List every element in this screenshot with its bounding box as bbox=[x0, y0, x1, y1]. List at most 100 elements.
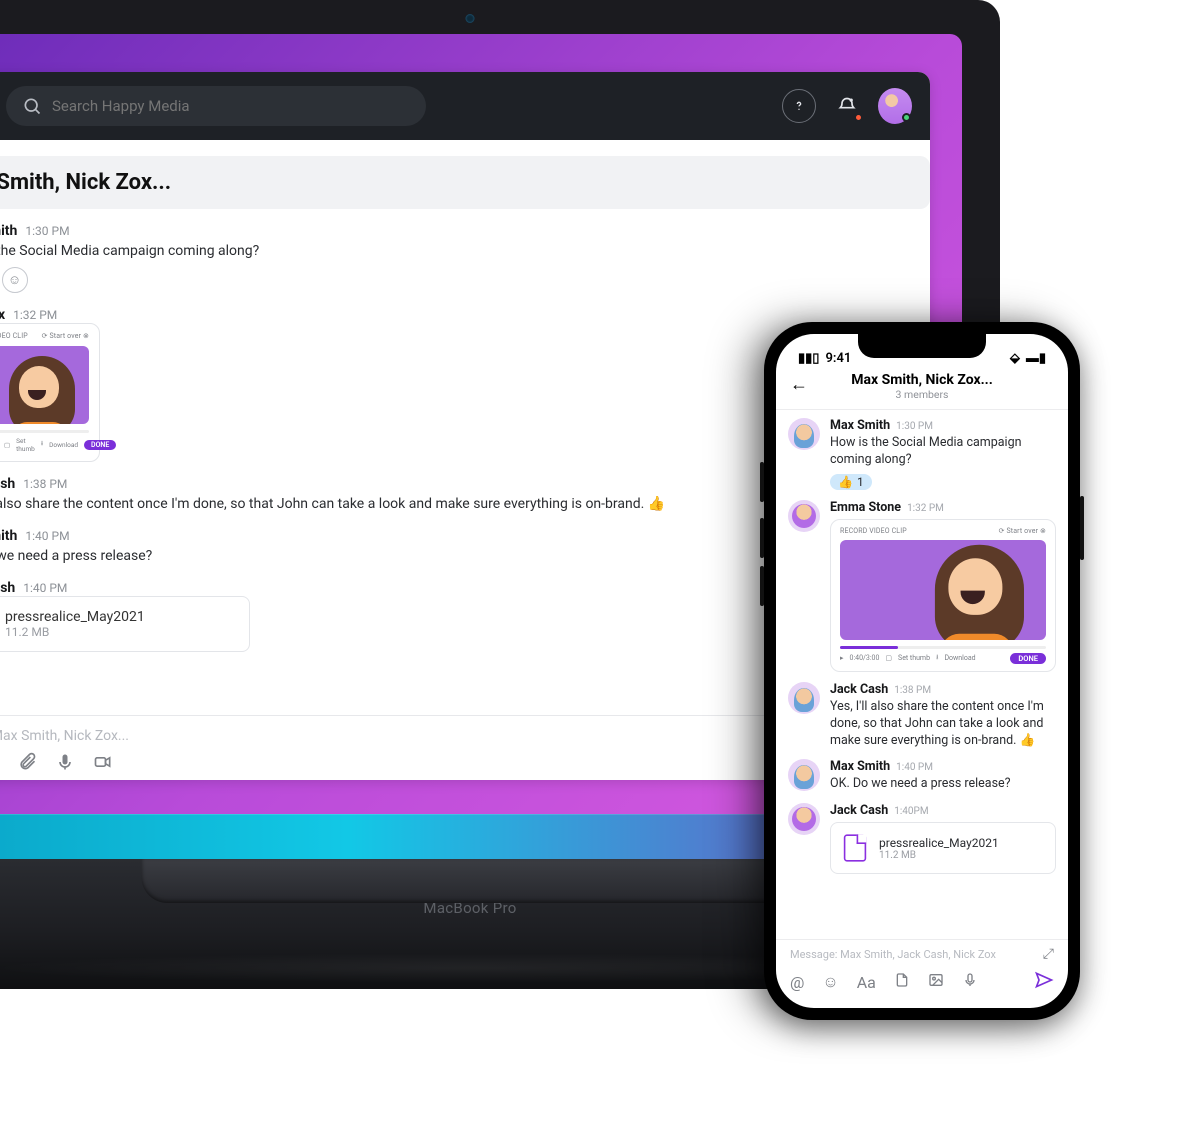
video-title: RECORD VIDEO CLIP bbox=[840, 527, 907, 535]
message-body: How is the Social Media campaign coming … bbox=[830, 435, 1056, 469]
file-icon bbox=[844, 835, 866, 862]
phone-device: ▮▮▯ 9:41 ⬙▬▮ ← Max Smith, Nick Zox... 3 … bbox=[764, 322, 1080, 1020]
video-setthumb[interactable]: Set thumb bbox=[16, 437, 35, 453]
video-title: RECORD VIDEO CLIP bbox=[0, 332, 28, 340]
phone-composer[interactable]: Message: Max Smith, Jack Cash, Nick Zox … bbox=[776, 939, 1068, 1008]
phone-screen: ▮▮▯ 9:41 ⬙▬▮ ← Max Smith, Nick Zox... 3 … bbox=[776, 334, 1068, 1008]
avatar[interactable] bbox=[788, 418, 820, 450]
video-done-button[interactable]: DONE bbox=[84, 440, 116, 450]
avatar[interactable] bbox=[788, 682, 820, 714]
composer-placeholder[interactable]: Message: Max Smith, Jack Cash, Nick Zox bbox=[790, 948, 996, 961]
message: Max Smith 1:30 PM How is the Social Media… bbox=[788, 418, 1056, 490]
video-clip-card[interactable]: RECORD VIDEO CLIP ⟳ Start over ⊗ ▸ 0:40/… bbox=[0, 323, 100, 462]
message: Max Smith 1:40 PM OK. Do we need a press … bbox=[788, 759, 1056, 793]
attachment-icon[interactable] bbox=[17, 752, 37, 776]
reaction-pill[interactable]: 👍 1 bbox=[830, 474, 872, 490]
message-time: 1:40PM bbox=[894, 806, 928, 817]
video-progress[interactable] bbox=[0, 430, 89, 433]
message-time: 1:32 PM bbox=[13, 308, 57, 322]
signal-icon: ▮▮▯ bbox=[798, 351, 819, 366]
video-icon[interactable] bbox=[93, 752, 113, 776]
video-frame[interactable] bbox=[0, 346, 89, 424]
send-icon[interactable] bbox=[1034, 970, 1054, 994]
download-icon[interactable]: ⭳ bbox=[41, 439, 43, 450]
phone-header: ← Max Smith, Nick Zox... 3 members bbox=[776, 368, 1068, 410]
download-icon[interactable]: ⭳ bbox=[936, 653, 938, 664]
phone-chat-body[interactable]: Max Smith 1:30 PM How is the Social Media… bbox=[776, 410, 1068, 939]
wifi-icon: ⬙ bbox=[1010, 351, 1020, 366]
message-author: Max Smith bbox=[830, 759, 890, 774]
expand-icon[interactable]: ⤢ bbox=[1043, 946, 1054, 962]
message: Jack Cash1:38 PM Yes, I'll also share th… bbox=[788, 682, 1056, 750]
message-author: Emma Stone bbox=[830, 500, 901, 515]
emoji-icon[interactable]: ☺ bbox=[822, 972, 838, 992]
file-size: 11.2 MB bbox=[879, 850, 999, 861]
video-done-button[interactable]: DONE bbox=[1010, 653, 1046, 664]
file-size: 11.2 MB bbox=[5, 625, 145, 639]
microphone-icon[interactable] bbox=[55, 752, 75, 776]
back-icon[interactable]: ← bbox=[790, 374, 808, 395]
help-icon[interactable] bbox=[782, 89, 816, 123]
mention-icon[interactable]: @ bbox=[790, 973, 804, 992]
message-body: Yes, I'll also share the content once I'… bbox=[830, 699, 1056, 750]
message-author: Max Smith bbox=[0, 223, 17, 239]
file-attachment[interactable]: pressrealice_May2021 11.2 MB bbox=[830, 822, 1056, 874]
chat-title[interactable]: Max Smith, Nick Zox... bbox=[776, 372, 1068, 388]
profile-avatar[interactable] bbox=[878, 89, 912, 123]
avatar[interactable] bbox=[788, 500, 820, 532]
reaction-count: 1 bbox=[857, 475, 864, 489]
microphone-icon[interactable] bbox=[962, 972, 978, 992]
message-time: 1:40 PM bbox=[896, 762, 933, 773]
video-progress[interactable] bbox=[840, 646, 1046, 649]
file-attachment[interactable]: pressrealice_May2021 11.2 MB bbox=[0, 596, 250, 652]
whats-new-icon[interactable] bbox=[830, 89, 864, 123]
video-startover[interactable]: Start over bbox=[49, 332, 81, 340]
message-body: OK. Do we need a press release? bbox=[830, 776, 1056, 793]
message-time: 1:40 PM bbox=[25, 529, 69, 543]
close-icon[interactable]: ⊗ bbox=[83, 332, 89, 340]
format-icon[interactable]: Aa bbox=[857, 973, 876, 992]
app-topbar bbox=[0, 72, 930, 140]
avatar[interactable] bbox=[788, 759, 820, 791]
video-frame[interactable] bbox=[840, 540, 1046, 640]
thumbnail-icon[interactable]: ▢ bbox=[885, 654, 892, 662]
image-icon[interactable] bbox=[928, 972, 944, 992]
video-setthumb[interactable]: Set thumb bbox=[898, 654, 930, 662]
message-time: 1:30 PM bbox=[896, 421, 933, 432]
message-author: Nick Zox bbox=[0, 307, 5, 323]
channel-header[interactable]: ax Smith, Nick Zox... bbox=[0, 156, 930, 209]
video-download[interactable]: Download bbox=[944, 654, 975, 662]
play-icon[interactable]: ▸ bbox=[840, 654, 844, 662]
message-body: How is the Social Media campaign coming … bbox=[0, 242, 930, 261]
message-author: Jack Cash bbox=[0, 476, 15, 492]
message: Emma Stone 1:32 PM RECORD VIDEO CLIP ⟳ St… bbox=[788, 500, 1056, 672]
close-icon[interactable]: ⊗ bbox=[1040, 527, 1046, 535]
reaction-emoji: 👍 bbox=[838, 475, 853, 489]
message-author: Jack Cash bbox=[830, 682, 888, 697]
file-icon[interactable] bbox=[894, 972, 910, 992]
message-time: 1:38 PM bbox=[23, 477, 67, 491]
add-reaction-icon[interactable]: ☺︎ bbox=[2, 267, 28, 293]
laptop-camera bbox=[466, 14, 475, 23]
message-time: 1:32 PM bbox=[907, 503, 944, 514]
composer-toolbar: @ ☺ Aa bbox=[790, 970, 1054, 994]
battery-icon: ▬▮ bbox=[1026, 350, 1046, 366]
restart-icon[interactable]: ⟳ bbox=[42, 332, 48, 340]
chat-subtitle: 3 members bbox=[776, 388, 1068, 401]
search-box[interactable] bbox=[6, 86, 426, 126]
message-author: Max Smith bbox=[830, 418, 890, 433]
phone-notch bbox=[858, 334, 986, 358]
message-author: Jack Cash bbox=[0, 580, 15, 596]
avatar[interactable] bbox=[788, 803, 820, 835]
thumbnail-icon[interactable]: ▢ bbox=[4, 441, 10, 449]
video-startover[interactable]: Start over bbox=[1006, 527, 1038, 535]
message-time: 1:30 PM bbox=[25, 224, 69, 238]
video-clip-card[interactable]: RECORD VIDEO CLIP ⟳ Start over ⊗ ▸ 0:40/… bbox=[830, 519, 1056, 672]
video-download[interactable]: Download bbox=[49, 441, 78, 449]
restart-icon[interactable]: ⟳ bbox=[999, 527, 1005, 535]
file-name: pressrealice_May2021 bbox=[879, 836, 999, 850]
message-author: Max Smith bbox=[0, 528, 17, 544]
search-input[interactable] bbox=[52, 97, 410, 115]
file-name: pressrealice_May2021 bbox=[5, 609, 145, 625]
search-icon bbox=[22, 96, 42, 116]
